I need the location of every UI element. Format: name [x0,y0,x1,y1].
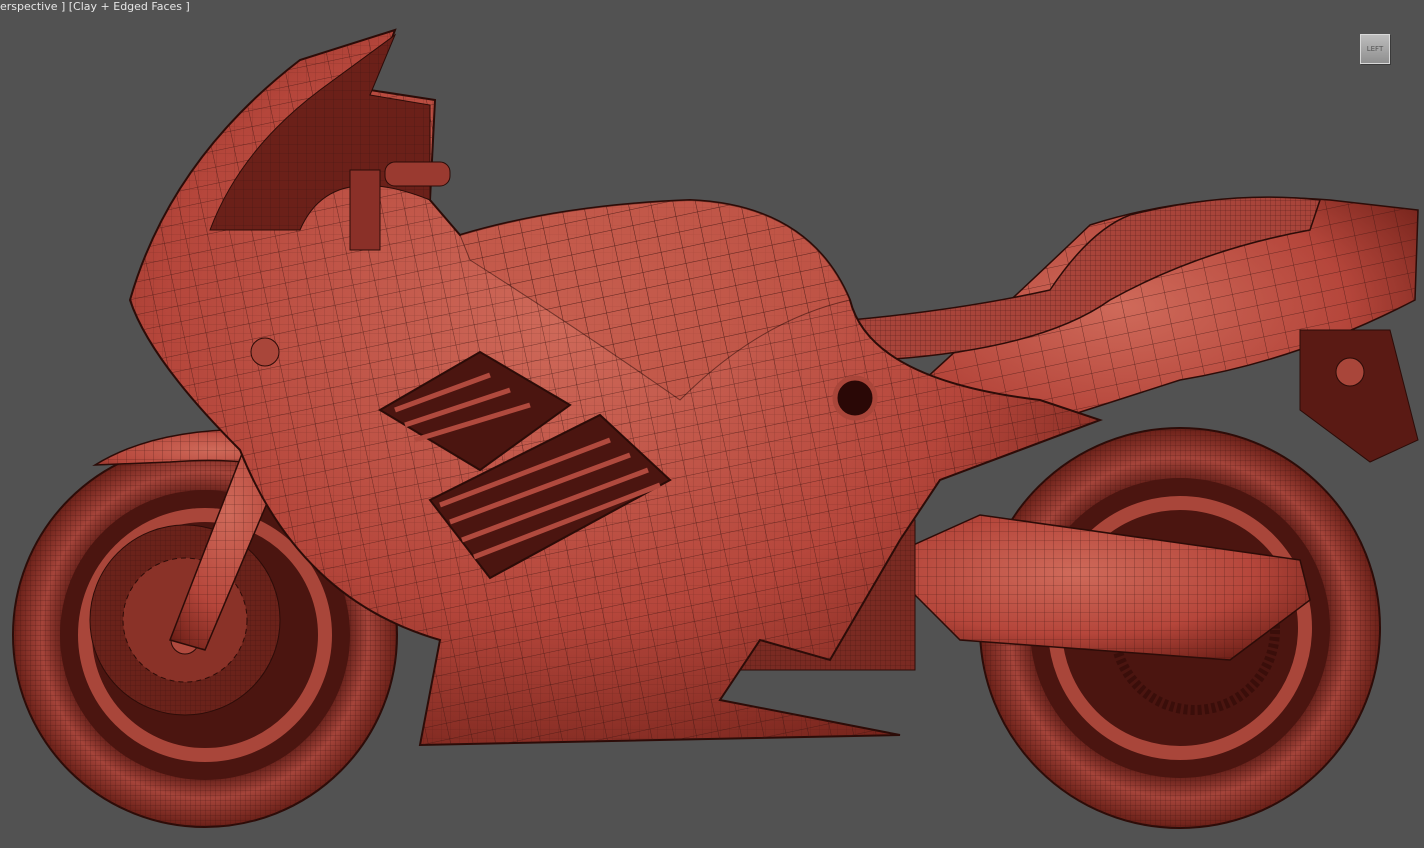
front-indicator [250,337,280,367]
fuel-cap [832,375,878,421]
3d-viewport[interactable]: erspective ] [Clay + Edged Faces ] LEFT [0,0,1424,848]
viewport-label[interactable]: erspective ] [Clay + Edged Faces ] [0,0,190,14]
viewcube-widget[interactable]: LEFT [1360,34,1390,64]
rear-indicator [1335,357,1365,387]
motorcycle-model[interactable] [0,0,1424,848]
